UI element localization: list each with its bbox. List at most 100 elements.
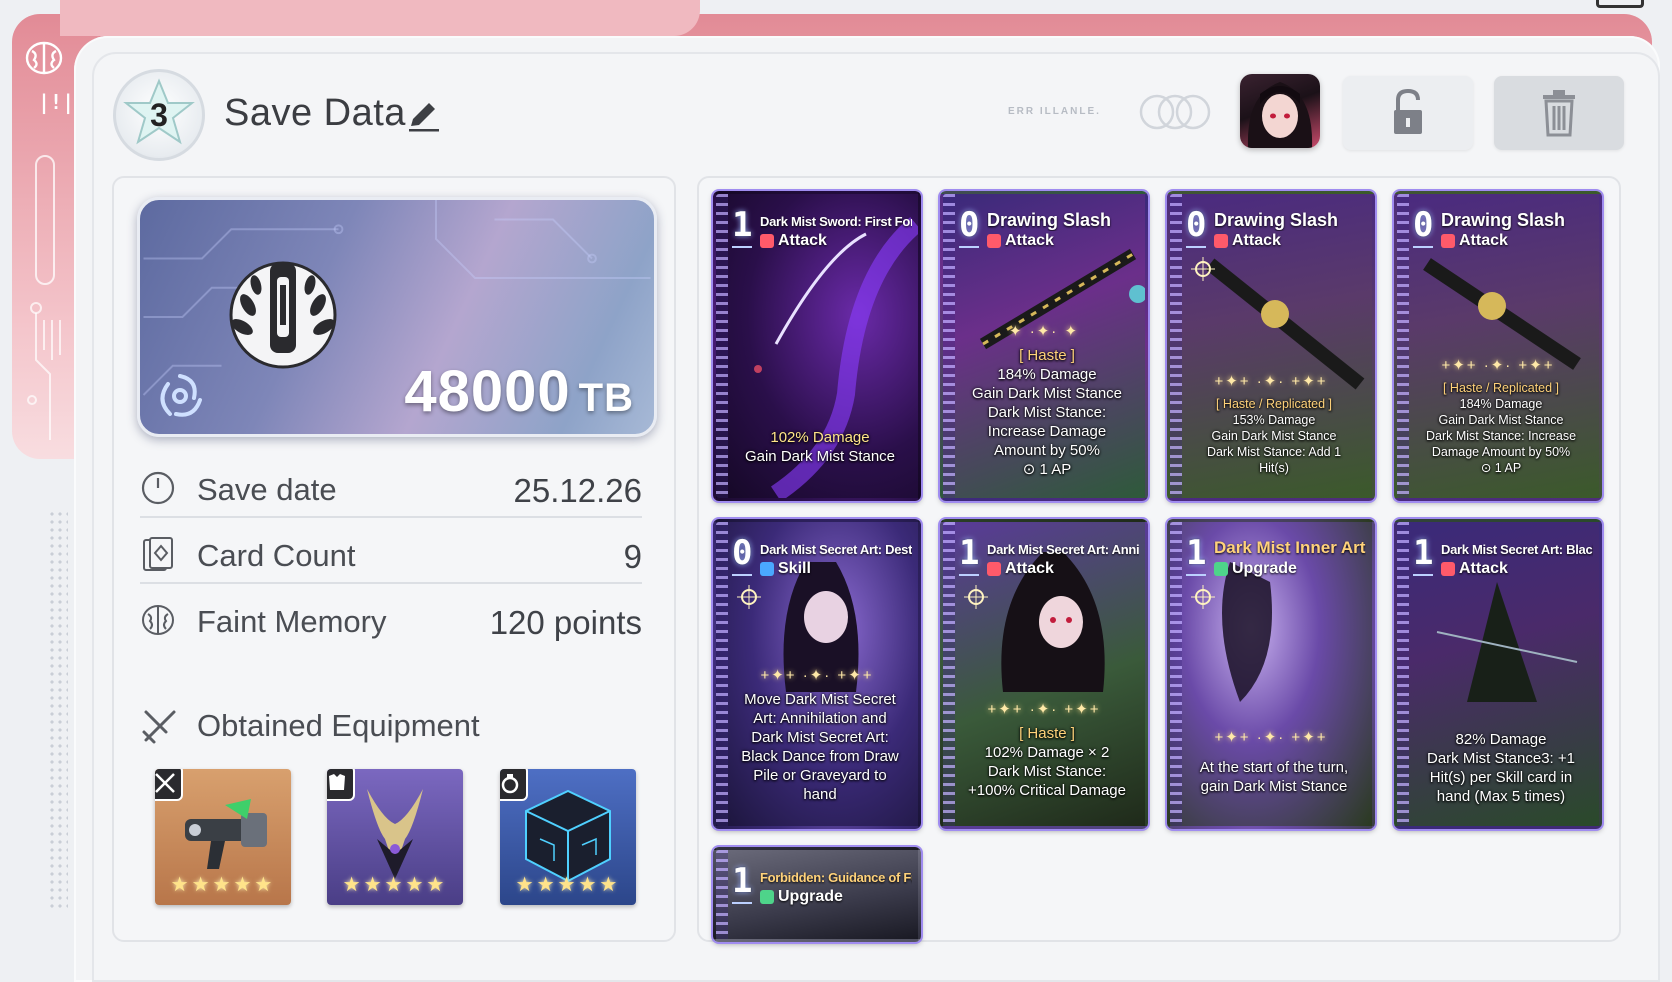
card-cost: 1 xyxy=(732,861,753,901)
card-count-value: 9 xyxy=(623,538,642,575)
card-sidebar xyxy=(1170,522,1182,826)
card-description: [ Haste / Replicated ] 153% Damage Gain … xyxy=(1182,396,1366,476)
upgrade-type-icon xyxy=(1214,562,1228,576)
card-desc-line: Gain Dark Mist Stance xyxy=(1211,429,1337,443)
haste-tag: [ Haste / Replicated ] xyxy=(1442,381,1560,395)
card-count-label: Card Count xyxy=(197,538,356,573)
card-type-label: Attack xyxy=(1459,232,1508,249)
deck-card[interactable]: 0 Drawing Slash Attack ✦ ·✦· ✦ [ Haste ]… xyxy=(940,191,1148,501)
card-desc-line: 184% Damage xyxy=(1459,397,1543,411)
attack-type-icon xyxy=(987,562,1001,576)
card-desc-line: 102% Damage × 2 xyxy=(984,744,1110,761)
card-desc-line: Art: Annihilation and xyxy=(753,710,887,727)
ap-icon: ⊙ xyxy=(1480,461,1495,475)
card-sparkle: +✦+ ·✦· +✦+ xyxy=(760,667,874,684)
equipment-title: Obtained Equipment xyxy=(197,708,480,743)
card-sparkle: +✦+ ·✦· +✦+ xyxy=(1214,729,1328,746)
card-cost-underline xyxy=(732,574,752,576)
card-icon xyxy=(143,537,173,571)
lock-button[interactable] xyxy=(1343,76,1473,150)
card-type-label: Upgrade xyxy=(1232,560,1297,577)
deck-card[interactable]: 0 Dark Mist Secret Art: Destruction Skil… xyxy=(713,519,921,829)
faint-memory-value: 120 points xyxy=(489,604,642,641)
equipment-weapon[interactable]: ★★★★★ xyxy=(155,769,291,905)
brain-icon xyxy=(25,41,63,75)
card-type: Attack xyxy=(760,232,827,250)
card-cost-underline xyxy=(732,902,752,904)
deck-card[interactable]: 0 Drawing Slash Attack +✦+ ·✦· +✦+ [ Has… xyxy=(1167,191,1375,501)
card-sidebar xyxy=(1397,522,1409,826)
damage-text: 102% Damage xyxy=(770,429,870,446)
card-name: Dark Mist Secret Art: Destruction xyxy=(760,542,912,557)
attack-type-icon xyxy=(760,234,774,248)
deck-card[interactable]: 1 Dark Mist Sword: First Form Attack 102… xyxy=(713,191,921,501)
card-type-label: Attack xyxy=(1232,232,1281,249)
card-type: Attack xyxy=(1441,560,1508,578)
circuit-decoration xyxy=(27,302,61,440)
card-cost-underline xyxy=(1413,246,1433,248)
card-desc-line: Black Dance from Draw xyxy=(741,748,899,765)
card-sparkle: +✦+ ·✦· +✦+ xyxy=(987,701,1101,718)
card-sidebar xyxy=(716,850,728,939)
card-desc-line: Dark Mist Stance: xyxy=(987,763,1107,780)
clock-icon xyxy=(141,471,175,505)
dot-pattern xyxy=(48,510,68,910)
equipment-armor[interactable]: ★★★★★ xyxy=(327,769,463,905)
card-type: Upgrade xyxy=(760,888,843,906)
card-sidebar xyxy=(1397,194,1409,498)
faint-memory-label: Faint Memory xyxy=(197,604,387,639)
card-description: 82% Damage Dark Mist Stance3: +1 Hit(s) … xyxy=(1409,730,1593,806)
card-cost: 1 xyxy=(1186,533,1207,573)
ap-cost-line: ⊙ 1 AP xyxy=(1409,460,1593,476)
card-desc-line: Dark Mist Stance: Add 1 xyxy=(1206,445,1342,459)
save-slot-badge: 3 xyxy=(113,69,205,161)
page-title: Save Data xyxy=(224,92,406,134)
card-desc-line: Gain Dark Mist Stance xyxy=(971,385,1123,402)
deck-card[interactable]: 0 Drawing Slash Attack +✦+ ·✦· +✦+ [ Has… xyxy=(1394,191,1602,501)
armor-icon xyxy=(329,774,345,790)
card-type-label: Skill xyxy=(778,560,811,577)
armor-stars: ★★★★★ xyxy=(342,874,448,896)
unlock-icon xyxy=(1394,88,1422,134)
card-description: [ Haste ] 184% Damage Gain Dark Mist Sta… xyxy=(955,346,1139,479)
card-type: Attack xyxy=(1441,232,1508,250)
tb-unit: TB xyxy=(578,376,634,420)
card-desc-line: Damage Amount by 50% xyxy=(1431,445,1571,459)
ap-icon: ⊙ xyxy=(1022,461,1040,478)
ap-text: 1 AP xyxy=(1494,461,1522,475)
ap-text: 1 AP xyxy=(1039,461,1072,478)
card-name: Drawing Slash xyxy=(1214,210,1339,230)
save-date-row: Save date 25.12.26 xyxy=(140,458,642,518)
save-date-value: 25.12.26 xyxy=(513,472,642,509)
weapon-slot-badge xyxy=(155,769,183,801)
card-sparkle: ✦ ·✦· ✦ xyxy=(1008,323,1080,340)
deck-card[interactable]: 1 Dark Mist Secret Art: Annihilation Att… xyxy=(940,519,1148,829)
card-description: Move Dark Mist Secret Art: Annihilation … xyxy=(728,690,912,804)
card-cost-underline xyxy=(1186,574,1206,576)
deck-card[interactable]: 1 Dark Mist Secret Art: Black Dance Atta… xyxy=(1394,519,1602,829)
card-count-row: Card Count 9 xyxy=(140,524,642,584)
card-desc-line: 102% Damage xyxy=(728,428,912,447)
card-desc-line: Dark Mist Stance: xyxy=(987,404,1107,421)
laurel-emblem-icon xyxy=(229,261,337,369)
card-desc-line: Amount by 50% xyxy=(994,442,1100,459)
attack-type-icon xyxy=(987,234,1001,248)
card-type-label: Attack xyxy=(1459,560,1508,577)
deck-card[interactable]: 1 Forbidden: Guidance of Futility Upgrad… xyxy=(713,847,921,942)
window-icon[interactable] xyxy=(1596,0,1644,8)
card-name: Dark Mist Sword: First Form xyxy=(760,214,912,229)
card-name: Dark Mist Inner Art xyxy=(1214,538,1366,557)
character-avatar[interactable] xyxy=(1240,74,1320,148)
delete-button[interactable] xyxy=(1494,76,1624,150)
card-cost: 0 xyxy=(1413,205,1434,245)
sword-icon xyxy=(155,773,175,793)
card-desc-line: 184% Damage xyxy=(997,366,1097,383)
save-slot-number: 3 xyxy=(150,97,168,133)
edit-pencil-icon[interactable] xyxy=(405,98,441,134)
card-name: Drawing Slash xyxy=(987,210,1112,230)
deck-card[interactable]: 1 Dark Mist Inner Art Upgrade +✦+ ·✦· +✦… xyxy=(1167,519,1375,829)
equipment-accessory[interactable]: ★★★★★ xyxy=(500,769,636,905)
swirl-icon xyxy=(160,374,202,417)
card-cost-underline xyxy=(959,246,979,248)
faint-memory-row: Faint Memory 120 points xyxy=(140,590,642,650)
